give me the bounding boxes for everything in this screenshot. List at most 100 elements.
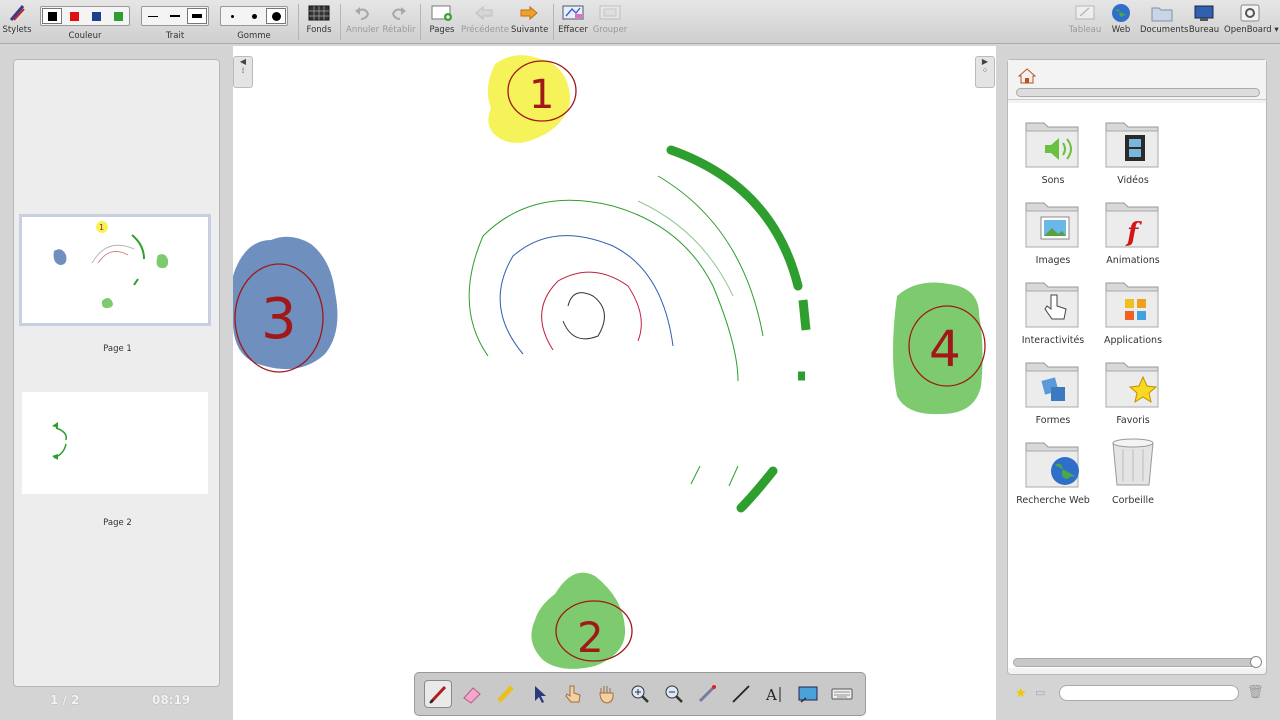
- tableau-label: Tableau: [1068, 25, 1102, 35]
- eraser-large[interactable]: [266, 8, 286, 24]
- web-button[interactable]: Web: [1106, 2, 1136, 42]
- retablir-button[interactable]: Rétablir: [382, 2, 416, 42]
- stylus-icon: [6, 4, 28, 22]
- documents-folder-icon: [1151, 4, 1173, 22]
- home-icon[interactable]: [1017, 68, 1037, 87]
- line-tool[interactable]: [727, 680, 755, 708]
- stylets-button[interactable]: Stylets: [2, 2, 32, 42]
- line-thin[interactable]: [143, 8, 163, 24]
- eraser-tool[interactable]: [458, 680, 486, 708]
- hand-tool[interactable]: [592, 680, 620, 708]
- library-search-input[interactable]: [1059, 685, 1239, 701]
- library-item-recherche-web[interactable]: Recherche Web: [1016, 433, 1090, 506]
- main-toolbar: Stylets Couleur Trait Gomme Fonds Annule…: [0, 0, 1280, 44]
- documents-button[interactable]: Documents: [1140, 2, 1189, 42]
- fonds-button[interactable]: Fonds: [304, 2, 334, 42]
- color-swatch-green[interactable]: [108, 8, 128, 24]
- library-zoom-slider[interactable]: [1013, 656, 1262, 668]
- page-1-preview: 1: [53, 221, 169, 309]
- capture-tool[interactable]: [794, 680, 822, 708]
- desktop-icon: [1193, 4, 1215, 22]
- svg-text:A: A: [765, 686, 777, 704]
- marker-tool[interactable]: [491, 680, 519, 708]
- pen-icon: [429, 685, 446, 704]
- color-swatch-blue[interactable]: [86, 8, 106, 24]
- fonds-label: Fonds: [306, 25, 332, 35]
- stylets-label: Stylets: [2, 25, 32, 35]
- library-item-label: Vidéos: [1117, 175, 1149, 186]
- grouper-label: Grouper: [592, 25, 628, 35]
- apps-icon: [1105, 282, 1159, 328]
- film-icon: [1105, 122, 1159, 168]
- hand-icon: [599, 686, 614, 704]
- pages-label: Pages: [429, 25, 455, 35]
- text-tool[interactable]: A: [761, 680, 789, 708]
- bureau-button[interactable]: Bureau: [1188, 2, 1220, 42]
- retablir-label: Rétablir: [382, 25, 416, 35]
- library-item-interactivités[interactable]: Interactivités: [1016, 273, 1090, 346]
- eraser-small[interactable]: [222, 8, 242, 24]
- library-item-label: Favoris: [1116, 415, 1150, 426]
- previous-arrow-icon: [473, 4, 495, 22]
- keyboard-icon: [831, 688, 853, 700]
- interact-tool[interactable]: [559, 680, 587, 708]
- new-folder-icon[interactable]: ▭: [1035, 686, 1045, 699]
- left-panel-toggle[interactable]: ◀ ⁞: [233, 56, 253, 88]
- pages-button[interactable]: Pages: [427, 2, 457, 42]
- effacer-button[interactable]: Effacer: [558, 2, 588, 42]
- right-panel-toggle[interactable]: ▶ ⁘: [975, 56, 995, 88]
- grouper-button[interactable]: Grouper: [592, 2, 628, 42]
- pen-tool[interactable]: [423, 680, 452, 708]
- line-thick[interactable]: [187, 8, 207, 24]
- precedente-button[interactable]: Précédente: [461, 2, 509, 42]
- flash-icon: f: [1105, 202, 1159, 248]
- line-medium[interactable]: [165, 8, 185, 24]
- globe-icon: [1110, 4, 1132, 22]
- page-thumbnail-1[interactable]: 1: [19, 214, 211, 326]
- library-item-label: Sons: [1041, 175, 1065, 186]
- library-item-applications[interactable]: Applications: [1096, 273, 1170, 346]
- delete-trash-icon[interactable]: 🗑: [1247, 685, 1264, 700]
- blob-4-label: 4: [929, 320, 961, 378]
- laser-tool[interactable]: [693, 680, 721, 708]
- eraser-size-picker: [220, 6, 288, 26]
- precedente-label: Précédente: [461, 25, 509, 35]
- library-item-animations[interactable]: f Animations: [1096, 193, 1170, 266]
- suivante-button[interactable]: Suivante: [511, 2, 548, 42]
- picture-icon: [1025, 202, 1079, 248]
- shapes-icon: [1025, 362, 1079, 408]
- keyboard-tool[interactable]: [828, 680, 856, 708]
- library-item-images[interactable]: Images: [1016, 193, 1090, 266]
- library-item-favoris[interactable]: Favoris: [1096, 353, 1170, 426]
- library-item-formes[interactable]: Formes: [1016, 353, 1090, 426]
- tableau-button[interactable]: Tableau: [1068, 2, 1102, 42]
- color-swatch-black[interactable]: [42, 8, 62, 24]
- library-item-label: Applications: [1103, 335, 1163, 346]
- selector-tool[interactable]: [525, 680, 553, 708]
- color-swatch-red[interactable]: [64, 8, 84, 24]
- pointing-hand-icon: [565, 685, 581, 703]
- library-header: [1008, 60, 1266, 100]
- highlighter-icon: [497, 685, 515, 703]
- library-path-scrollbar[interactable]: [1016, 88, 1260, 97]
- library-item-corbeille[interactable]: Corbeille: [1096, 433, 1170, 506]
- board-icon: [1074, 4, 1096, 22]
- page-thumbnail-2[interactable]: [22, 392, 208, 494]
- zoom-out-tool[interactable]: [660, 680, 688, 708]
- group-icon: [599, 4, 621, 22]
- library-item-sons[interactable]: Sons: [1016, 113, 1090, 186]
- library-item-vidéos[interactable]: Vidéos: [1096, 113, 1170, 186]
- zoom-in-tool[interactable]: [626, 680, 654, 708]
- library-item-label: Images: [1035, 255, 1071, 266]
- annuler-button[interactable]: Annuler: [346, 2, 379, 42]
- eraser-medium[interactable]: [244, 8, 264, 24]
- bureau-label: Bureau: [1188, 25, 1220, 35]
- whiteboard-canvas[interactable]: 1 3 4 2: [233, 46, 996, 720]
- next-arrow-icon: [518, 4, 540, 22]
- page-1-preview-label: 1: [99, 223, 104, 232]
- zoom-in-icon: [631, 685, 649, 703]
- star-icon: [1105, 362, 1159, 408]
- favorite-star-icon[interactable]: ★: [1015, 686, 1027, 701]
- documents-label: Documents: [1140, 25, 1189, 35]
- openboard-menu-button[interactable]: OpenBoard ▾: [1224, 2, 1279, 42]
